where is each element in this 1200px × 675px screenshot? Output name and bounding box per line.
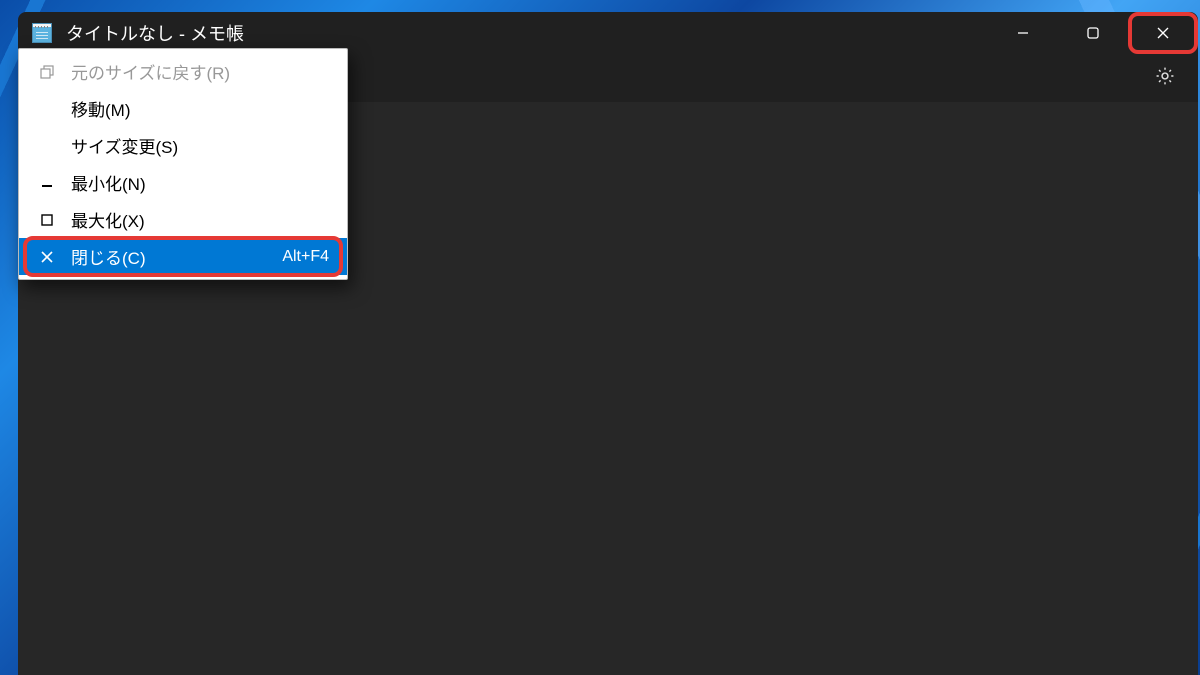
menu-item-size[interactable]: サイズ変更(S) <box>19 127 347 164</box>
window-controls <box>988 12 1198 54</box>
maximize-button[interactable] <box>1058 12 1128 54</box>
settings-button[interactable] <box>1154 65 1176 92</box>
minimize-icon <box>1016 26 1030 40</box>
menu-item-close[interactable]: 閉じる(C) Alt+F4 <box>19 238 347 275</box>
maximize-icon <box>33 213 61 227</box>
menu-item-label: 元のサイズに戻す(R) <box>71 59 329 84</box>
close-button[interactable] <box>1128 12 1198 54</box>
menu-item-label: 最大化(X) <box>71 207 329 232</box>
menu-item-move[interactable]: 移動(M) <box>19 90 347 127</box>
menu-item-restore: 元のサイズに戻す(R) <box>19 53 347 90</box>
minimize-button[interactable] <box>988 12 1058 54</box>
restore-icon <box>33 65 61 79</box>
window-title: タイトルなし - メモ帳 <box>66 20 244 46</box>
gear-icon <box>1154 65 1176 87</box>
system-menu: 元のサイズに戻す(R) 移動(M) サイズ変更(S) 最小化(N) 最大化(X) <box>18 48 348 280</box>
menu-item-maximize[interactable]: 最大化(X) <box>19 201 347 238</box>
maximize-icon <box>1086 26 1100 40</box>
close-icon <box>1156 26 1170 40</box>
menu-item-minimize[interactable]: 最小化(N) <box>19 164 347 201</box>
notepad-icon[interactable] <box>32 23 52 43</box>
menu-item-label: 移動(M) <box>71 96 329 121</box>
menu-item-label: 閉じる(C) <box>71 244 282 269</box>
close-icon <box>33 251 61 263</box>
menu-item-shortcut: Alt+F4 <box>282 248 329 266</box>
menu-item-label: 最小化(N) <box>71 170 329 195</box>
menu-item-label: サイズ変更(S) <box>71 133 329 158</box>
minimize-icon <box>33 176 61 190</box>
notepad-window: タイトルなし - メモ帳 元のサイズに戻す <box>18 12 1198 675</box>
